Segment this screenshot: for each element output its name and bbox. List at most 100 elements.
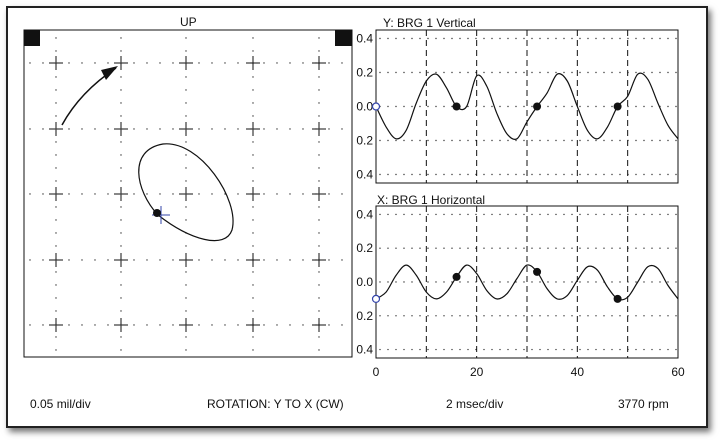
grid-dot: [515, 247, 517, 249]
grid-dot: [403, 348, 405, 351]
grid-dot: [619, 247, 621, 249]
grid-dot: [411, 213, 413, 216]
footer-timebase: 2 msec/div: [446, 397, 504, 411]
y-tick-label: 0.4: [356, 207, 373, 221]
grid-dot: [443, 315, 445, 317]
x-tick-label: 40: [571, 365, 585, 379]
grid-dot: [523, 281, 525, 283]
grid-dot: [515, 315, 517, 317]
grid-dot: [579, 247, 581, 249]
grid-dot: [531, 281, 533, 283]
grid-dot: [603, 315, 605, 317]
grid-dot: [547, 348, 549, 351]
grid-dot: [547, 315, 549, 317]
grid-dot: [435, 315, 437, 317]
grid-dot: [675, 315, 677, 317]
grid-dot: [635, 315, 637, 317]
grid-dot: [523, 315, 525, 317]
grid-dot: [403, 281, 405, 283]
grid-dot: [659, 348, 661, 351]
grid-dot: [603, 348, 605, 351]
grid-dot: [507, 213, 509, 216]
grid-dot: [379, 247, 381, 249]
grid-dot: [451, 348, 453, 351]
grid-dot: [563, 315, 565, 317]
grid-dot: [515, 213, 517, 216]
grid-dot: [635, 348, 637, 351]
grid-dot: [435, 348, 437, 351]
grid-dot: [411, 315, 413, 317]
grid-dot: [635, 213, 637, 216]
keyphasor-marker: [613, 294, 622, 303]
grid-dot: [619, 348, 621, 351]
grid-dot: [499, 281, 501, 283]
grid-dot: [499, 348, 501, 351]
grid-dot: [395, 315, 397, 317]
grid-dot: [571, 281, 573, 283]
y-tick-label: 0.4: [356, 343, 373, 357]
keyphasor-marker: [452, 272, 461, 281]
grid-dot: [443, 213, 445, 216]
grid-dot: [387, 281, 389, 283]
grid-dot: [571, 213, 573, 216]
grid-dot: [603, 213, 605, 216]
grid-dot: [643, 348, 645, 351]
grid-dot: [619, 315, 621, 317]
keyphasor-marker-start: [371, 294, 381, 303]
horizontal-waveform-chart: 0.40.20.00.20.40 20 40 60: [356, 205, 685, 379]
grid-dot: [571, 247, 573, 249]
grid-dot: [483, 348, 485, 351]
grid-dot: [451, 213, 453, 216]
grid-dot: [531, 315, 533, 317]
grid-dot: [531, 247, 533, 249]
grid-dot: [459, 348, 461, 351]
grid-dot: [443, 247, 445, 249]
grid-dot: [387, 213, 389, 216]
grid-dot: [451, 247, 453, 249]
grid-dot: [379, 213, 381, 216]
grid-dot: [459, 247, 461, 249]
grid-dot: [387, 348, 389, 351]
grid-dot: [659, 281, 661, 283]
grid-dot: [555, 348, 557, 351]
grid-dot: [579, 213, 581, 216]
grid-dot: [403, 247, 405, 249]
grid-dot: [419, 213, 421, 216]
grid-dot: [547, 281, 549, 283]
grid-dot: [523, 348, 525, 351]
grid-dot: [555, 213, 557, 216]
grid-dot: [675, 247, 677, 249]
grid-dot: [667, 315, 669, 317]
grid-dot: [499, 247, 501, 249]
grid-dot: [523, 247, 525, 249]
grid-dot: [603, 247, 605, 249]
grid-dot: [459, 315, 461, 317]
grid-dot: [387, 315, 389, 317]
grid-dot: [443, 281, 445, 283]
grid-dot: [563, 281, 565, 283]
grid-dot: [531, 348, 533, 351]
grid-dot: [395, 281, 397, 283]
grid-dot: [667, 247, 669, 249]
grid-dot: [379, 348, 381, 351]
grid-dot: [547, 247, 549, 249]
grid-dot: [443, 348, 445, 351]
grid-dot: [635, 247, 637, 249]
grid-dot: [587, 348, 589, 351]
grid-dot: [491, 213, 493, 216]
grid-dot: [635, 281, 637, 283]
grid-dot: [395, 247, 397, 249]
grid-dot: [499, 213, 501, 216]
grid-dot: [483, 247, 485, 249]
y-tick-label: 0.2: [356, 241, 373, 255]
grid-dot: [467, 213, 469, 216]
x-tick-label: 0: [373, 365, 380, 379]
grid-dot: [467, 315, 469, 317]
grid-dot: [595, 247, 597, 249]
grid-dot: [563, 348, 565, 351]
grid-dot: [643, 213, 645, 216]
grid-dot: [643, 281, 645, 283]
grid-dot: [379, 315, 381, 317]
grid-dot: [459, 213, 461, 216]
y-tick-label: 0.0: [356, 275, 373, 289]
